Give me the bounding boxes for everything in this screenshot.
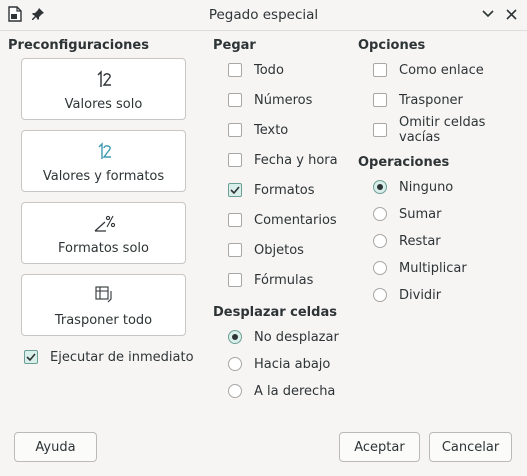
radio-circle[interactable]	[228, 384, 242, 398]
paste-heading: Pegar	[213, 38, 256, 53]
paste-all-checkbox[interactable]: Todo	[228, 60, 284, 80]
accept-button[interactable]: Aceptar	[339, 432, 420, 462]
checkbox-box[interactable]	[228, 123, 242, 137]
option-skip-empty-label: Omitir celdas vacías	[399, 115, 486, 145]
paste-objects-checkbox[interactable]: Objetos	[228, 240, 304, 260]
help-button-label: Ayuda	[35, 439, 76, 455]
shift-heading: Desplazar celdas	[213, 305, 337, 320]
operation-none-label: Ninguno	[399, 179, 454, 195]
paste-text-checkbox[interactable]: Texto	[228, 120, 288, 140]
radio-circle[interactable]	[228, 330, 242, 344]
preset-label: Formatos solo	[58, 241, 149, 256]
chevron-down-icon[interactable]	[480, 6, 496, 22]
window-title: Pegado especial	[208, 7, 319, 23]
paste-numbers-checkbox[interactable]: Números	[228, 90, 312, 110]
checkbox-box[interactable]	[24, 350, 38, 364]
presets-heading: Preconfiguraciones	[8, 38, 149, 53]
checkbox-box[interactable]	[228, 183, 242, 197]
shift-right-radio[interactable]: A la derecha	[228, 381, 335, 401]
checkbox-box[interactable]	[228, 153, 242, 167]
paste-datetime-checkbox[interactable]: Fecha y hora	[228, 150, 338, 170]
paste-formulas-label: Fórmulas	[254, 272, 314, 288]
shift-down-label: Hacia abajo	[254, 356, 331, 372]
radio-circle[interactable]	[373, 288, 387, 302]
radio-dot	[232, 334, 238, 340]
paste-all-label: Todo	[254, 62, 284, 78]
close-icon[interactable]	[503, 6, 519, 22]
cancel-button[interactable]: Cancelar	[429, 432, 512, 462]
checkbox-box[interactable]	[228, 63, 242, 77]
paste-text-label: Texto	[254, 122, 289, 138]
run-now-checkbox[interactable]: Ejecutar de inmediato	[24, 347, 194, 367]
operation-divide-radio[interactable]: Dividir	[373, 285, 441, 305]
accept-button-label: Aceptar	[354, 439, 405, 455]
preset-label: Trasponer todo	[54, 313, 153, 328]
preset-transpose-all-button[interactable]: Trasponer todo	[21, 274, 186, 336]
paste-comments-checkbox[interactable]: Comentarios	[228, 210, 337, 230]
operation-divide-label: Dividir	[399, 287, 442, 303]
checkbox-box[interactable]	[373, 63, 387, 77]
title-bar: Pegado especial	[0, 0, 527, 31]
operation-none-radio[interactable]: Ninguno	[373, 177, 453, 197]
formats-only-icon	[22, 212, 185, 234]
options-heading: Opciones	[358, 38, 426, 53]
values-only-icon	[22, 68, 185, 90]
checkbox-box[interactable]	[228, 243, 242, 257]
checkbox-box[interactable]	[228, 273, 242, 287]
operation-subtract-label: Restar	[399, 233, 441, 249]
radio-circle[interactable]	[373, 207, 387, 221]
checkbox-box[interactable]	[373, 123, 387, 137]
paste-comments-label: Comentarios	[254, 212, 337, 228]
preset-label: Valores y formatos	[42, 169, 165, 184]
help-button[interactable]: Ayuda	[14, 432, 97, 462]
paste-numbers-label: Números	[254, 92, 313, 108]
operations-heading: Operaciones	[358, 155, 450, 170]
paste-formats-checkbox[interactable]: Formatos	[228, 180, 315, 200]
paste-formats-label: Formatos	[254, 182, 315, 198]
operation-multiply-radio[interactable]: Multiplicar	[373, 258, 467, 278]
option-as-link-label: Como enlace	[399, 62, 484, 78]
radio-dot	[377, 184, 383, 190]
check-icon	[26, 353, 36, 362]
check-icon	[230, 186, 240, 195]
preset-values-only-button[interactable]: Valores solo	[21, 58, 186, 120]
run-now-label: Ejecutar de inmediato	[50, 349, 194, 365]
paste-objects-label: Objetos	[254, 242, 304, 258]
option-transpose-checkbox[interactable]: Trasponer	[373, 90, 463, 110]
operation-add-label: Sumar	[399, 206, 442, 222]
shift-down-radio[interactable]: Hacia abajo	[228, 354, 330, 374]
operation-add-radio[interactable]: Sumar	[373, 204, 441, 224]
paste-datetime-label: Fecha y hora	[254, 152, 338, 168]
operation-multiply-label: Multiplicar	[399, 260, 467, 276]
option-as-link-checkbox[interactable]: Como enlace	[373, 60, 484, 80]
shift-right-label: A la derecha	[254, 383, 336, 399]
shift-none-label: No desplazar	[254, 329, 339, 345]
shift-none-radio[interactable]: No desplazar	[228, 327, 339, 347]
transpose-all-icon	[22, 284, 185, 306]
checkbox-box[interactable]	[228, 213, 242, 227]
operation-subtract-radio[interactable]: Restar	[373, 231, 441, 251]
cancel-button-label: Cancelar	[441, 439, 500, 455]
checkbox-box[interactable]	[228, 93, 242, 107]
preset-values-formats-button[interactable]: Valores y formatos	[21, 130, 186, 192]
checkbox-box[interactable]	[373, 93, 387, 107]
preset-formats-only-button[interactable]: Formatos solo	[21, 202, 186, 264]
values-formats-icon	[22, 140, 185, 162]
preset-label: Valores solo	[64, 97, 143, 112]
radio-circle[interactable]	[373, 180, 387, 194]
paste-formulas-checkbox[interactable]: Fórmulas	[228, 270, 313, 290]
radio-circle[interactable]	[373, 234, 387, 248]
radio-circle[interactable]	[228, 357, 242, 371]
option-skip-empty-checkbox[interactable]: Omitir celdas vacías	[373, 115, 527, 145]
option-transpose-label: Trasponer	[399, 92, 463, 108]
radio-circle[interactable]	[373, 261, 387, 275]
